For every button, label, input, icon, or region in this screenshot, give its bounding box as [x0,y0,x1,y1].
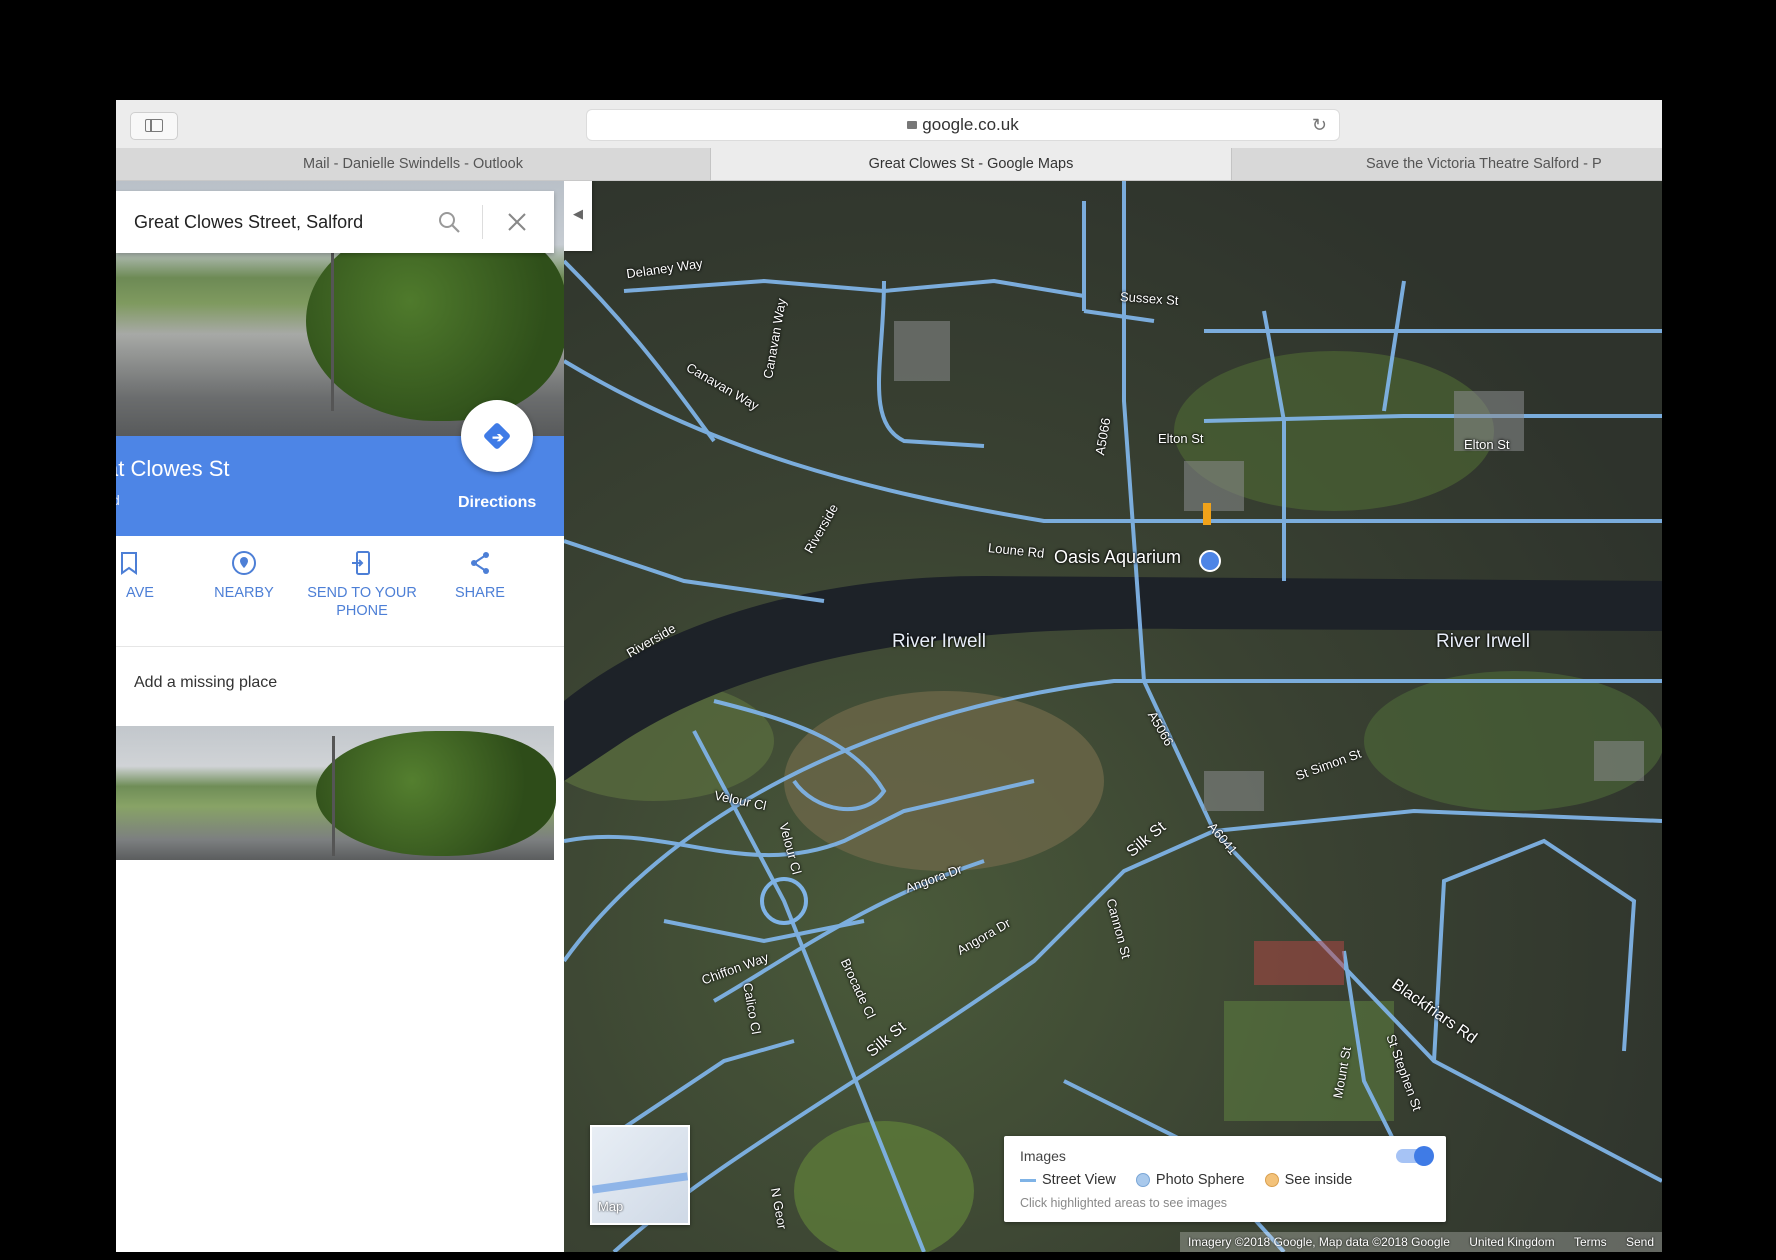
nearby-label: NEARBY [214,585,274,601]
place-header: at Clowes St d ➔ Directions [116,400,564,536]
photo-thumbnail[interactable] [116,726,556,860]
tab-outlook[interactable]: Mail - Danielle Swindells - Outlook [116,148,711,180]
close-icon[interactable] [506,211,528,233]
photo-tree [316,731,556,856]
address-bar[interactable]: google.co.uk ↻ [586,109,1340,141]
toggle-knob [1414,1146,1434,1166]
tab-victoria-theatre[interactable]: Save the Victoria Theatre Salford - P [1232,148,1662,180]
send-feedback-link[interactable]: Send [1626,1235,1654,1249]
legend-label: Photo Sphere [1155,1172,1245,1188]
images-title: Images [1020,1148,1066,1164]
river-label: River Irwell [892,631,986,652]
images-legend: Street View Photo Sphere See inside [1020,1172,1368,1188]
lock-icon [907,121,918,129]
location-pin-icon [232,551,256,575]
collapse-panel-button[interactable]: ◀ [564,181,592,251]
photo-pole [332,736,335,856]
attribution-imagery: Imagery ©2018 Google, Map data ©2018 Goo… [1188,1235,1450,1249]
photo-pole [331,241,334,411]
nearby-button[interactable]: NEARBY [184,550,304,602]
dot-icon [1135,1173,1150,1188]
terms-link[interactable]: Terms [1574,1235,1607,1249]
sidebar-icon [145,119,163,132]
directions-arrow-icon: ➔ [492,429,504,445]
place-subtitle: d [116,492,120,508]
send-to-phone-icon [352,551,370,575]
legend-label: See inside [1284,1172,1353,1188]
images-hint: Click highlighted areas to see images [1020,1196,1228,1210]
legend-photo-sphere: Photo Sphere [1135,1172,1245,1188]
place-title: at Clowes St [116,456,230,481]
map-attribution: Imagery ©2018 Google, Map data ©2018 Goo… [1180,1232,1662,1252]
tab-google-maps[interactable]: Great Clowes St - Google Maps [711,148,1232,180]
directions-label[interactable]: Directions [458,494,536,512]
minimap-river [591,1172,689,1194]
street-label: Elton St [1464,437,1510,452]
legend-see-inside: See inside [1264,1172,1353,1188]
map-type-label: Map [598,1199,624,1214]
share-icon [471,552,489,574]
sidebar-toggle-button[interactable] [130,112,178,140]
browser-window: google.co.uk ↻ Mail - Danielle Swindells… [116,100,1662,1252]
share-button[interactable]: SHARE [420,550,540,602]
line-icon [1020,1178,1036,1182]
place-panel: Great Clowes Street, Salford at Clowes S… [116,181,564,1252]
search-input[interactable]: Great Clowes Street, Salford [134,191,363,253]
action-row: AVE NEARBY SEND TO YOUR PHONE SHARE [116,536,564,647]
save-label: AVE [126,585,154,601]
chevron-left-icon: ◀ [573,206,583,221]
search-divider [482,205,483,239]
poi-oasis-aquarium[interactable]: Oasis Aquarium [1054,547,1181,568]
search-icon[interactable] [438,211,460,233]
share-label: SHARE [455,585,505,601]
legend-street-view: Street View [1020,1172,1116,1188]
reload-icon[interactable]: ↻ [1312,110,1327,140]
images-layer-card: Images Street View Photo Sphere See insi… [1004,1136,1446,1222]
search-box: Great Clowes Street, Salford [116,191,554,253]
tab-bar: Mail - Danielle Swindells - Outlook Grea… [116,148,1662,181]
map-type-switcher[interactable]: Map [590,1125,690,1225]
map-canvas[interactable]: ◀ River Irwell River Irwell Oasis Aquari… [564,181,1662,1252]
river-label: River Irwell [1436,631,1530,652]
send-to-phone-label: SEND TO YOUR PHONE [307,585,417,619]
add-missing-place-link[interactable]: Add a missing place [134,674,277,692]
browser-toolbar: google.co.uk ↻ [116,100,1662,149]
map-overlay [564,181,1662,1252]
legend-label: Street View [1042,1172,1116,1188]
attribution-region[interactable]: United Kingdom [1469,1235,1554,1249]
url-text: google.co.uk [922,115,1019,134]
bookmark-icon [121,552,137,575]
send-to-phone-button[interactable]: SEND TO YOUR PHONE [302,550,422,620]
street-label: Elton St [1158,431,1204,446]
dot-icon [1264,1173,1279,1188]
images-toggle[interactable] [1396,1146,1434,1166]
directions-button[interactable]: ➔ [461,400,533,472]
